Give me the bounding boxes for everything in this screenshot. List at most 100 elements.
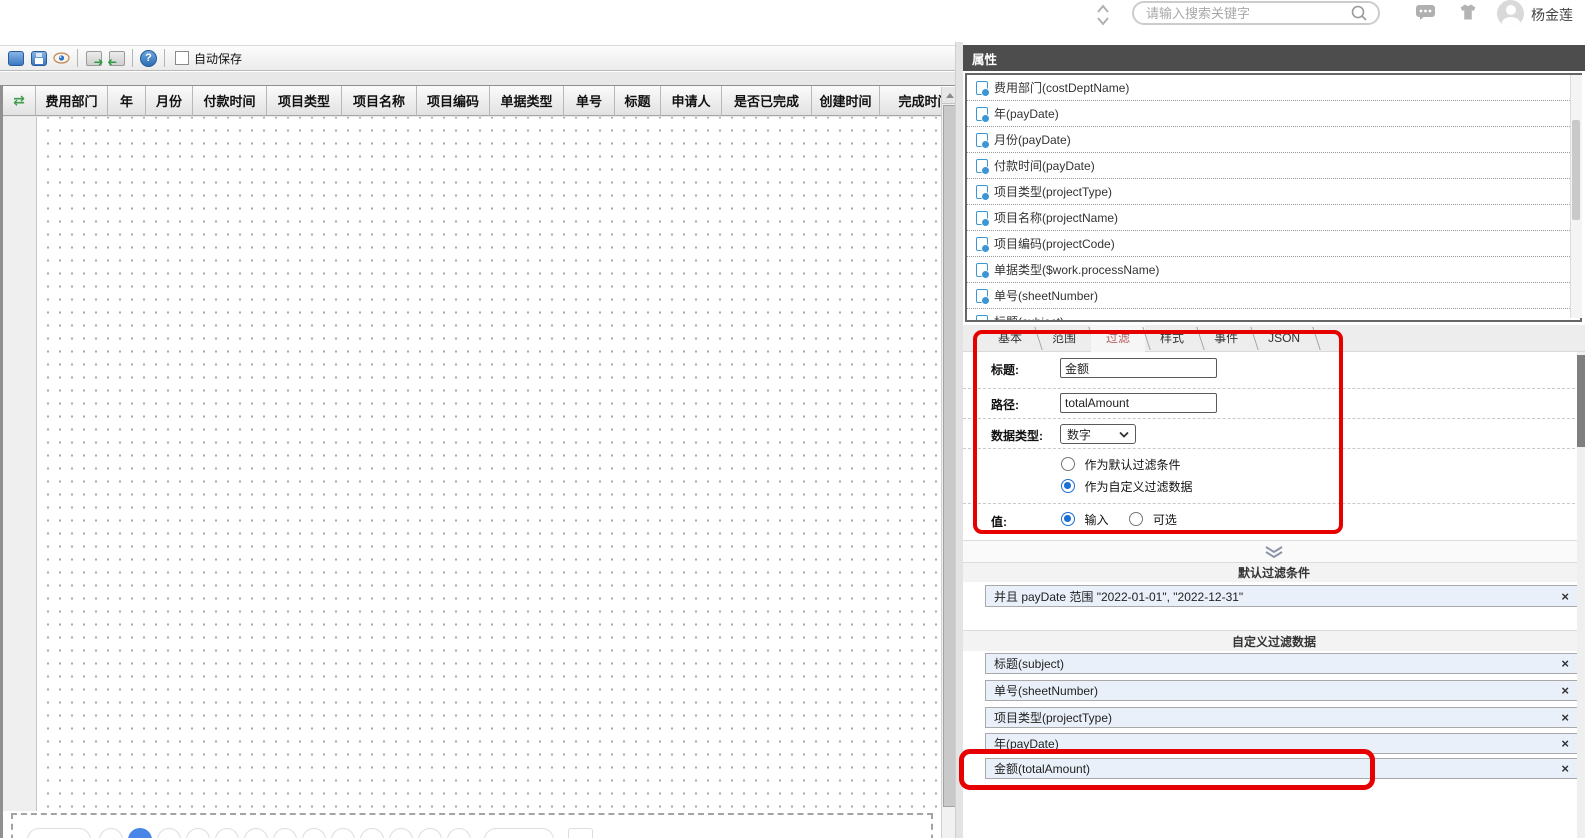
field-icon	[976, 288, 990, 305]
custom-filter-item-label: 标题(subject)	[994, 657, 1065, 671]
page-dot[interactable]	[244, 828, 268, 838]
datatype-value: 数字	[1067, 427, 1092, 442]
filter-title-input[interactable]	[1060, 358, 1217, 378]
search-box[interactable]	[1132, 1, 1380, 25]
custom-filter-item[interactable]: 单号(sheetNumber) ×	[985, 680, 1578, 701]
export-icon[interactable]: ➜	[85, 50, 104, 68]
radio-value-input[interactable]	[1061, 512, 1075, 526]
close-icon[interactable]: ×	[1561, 737, 1569, 750]
filter-path-input[interactable]	[1060, 393, 1217, 413]
radio-default-filter[interactable]	[1061, 457, 1075, 471]
page-dot[interactable]	[157, 828, 181, 838]
tab-json[interactable]: JSON	[1253, 325, 1315, 352]
custom-filter-item-highlighted[interactable]: 金额(totalAmount) ×	[985, 758, 1578, 779]
close-icon[interactable]: ×	[1561, 684, 1569, 697]
design-grid-canvas[interactable]	[37, 117, 940, 814]
field-item[interactable]: 项目名称(projectName)	[967, 205, 1580, 231]
preview-eye-icon[interactable]	[53, 50, 70, 67]
column-header[interactable]: 单据类型	[490, 86, 564, 116]
column-header[interactable]: 完成时间	[880, 86, 941, 116]
pager-next-button[interactable]	[484, 828, 554, 838]
column-header[interactable]: 标题	[615, 86, 661, 116]
tab-range[interactable]: 范围	[1037, 325, 1091, 352]
close-icon[interactable]: ×	[1561, 590, 1569, 603]
search-icon[interactable]	[1350, 4, 1368, 22]
page-dot[interactable]	[302, 828, 326, 838]
page-dot[interactable]	[418, 828, 442, 838]
datatype-select[interactable]: 数字	[1060, 424, 1136, 444]
column-header[interactable]: 申请人	[661, 86, 722, 116]
page-dot[interactable]	[447, 828, 471, 838]
custom-filter-item[interactable]: 年(payDate) ×	[985, 733, 1578, 754]
field-item[interactable]: 月份(payDate)	[967, 127, 1580, 153]
search-input[interactable]	[1144, 4, 1350, 22]
field-item[interactable]: 项目类型(projectType)	[967, 179, 1580, 205]
chevron-down-icon	[1119, 431, 1129, 438]
username[interactable]: 杨金莲	[1531, 5, 1573, 25]
scrollbar-thumb[interactable]	[1577, 355, 1585, 447]
designer-toolbar: ➜ ➜ ? 自动保存	[0, 45, 958, 71]
field-item[interactable]: 费用部门(costDeptName)	[967, 75, 1580, 101]
field-item[interactable]: 单号(sheetNumber)	[967, 283, 1580, 309]
close-icon[interactable]: ×	[1561, 762, 1569, 775]
divider	[963, 448, 1585, 449]
help-icon[interactable]: ?	[140, 49, 157, 67]
save-icon[interactable]	[30, 50, 47, 67]
field-item[interactable]: 单据类型($work.processName)	[967, 257, 1580, 283]
page-dot[interactable]	[186, 828, 210, 838]
page-dot[interactable]	[360, 828, 384, 838]
tab-filter[interactable]: 过滤	[1091, 325, 1146, 352]
custom-filter-item-label: 项目类型(projectType)	[994, 711, 1113, 725]
refresh-icon[interactable]: ⇄	[3, 86, 36, 116]
close-icon[interactable]: ×	[1561, 657, 1569, 670]
scrollbar-thumb[interactable]	[1572, 120, 1580, 220]
field-label: 项目名称(projectName)	[994, 211, 1119, 225]
field-item[interactable]: 年(payDate)	[967, 101, 1580, 127]
pager-prev-button[interactable]	[27, 828, 91, 838]
new-window-icon[interactable]	[7, 50, 24, 67]
autosave-label: 自动保存	[194, 51, 243, 66]
avatar[interactable]	[1497, 0, 1524, 27]
properties-panel-title: 属性	[963, 45, 1585, 71]
collapse-double-chevron-icon[interactable]	[1262, 545, 1286, 559]
radio-value-select[interactable]	[1129, 512, 1144, 526]
import-icon[interactable]: ➜	[107, 50, 125, 69]
field-item[interactable]: 项目编码(projectCode)	[967, 231, 1580, 257]
column-header[interactable]: 项目编码	[417, 86, 490, 116]
scroll-up-down-icon[interactable]	[1096, 4, 1110, 26]
column-header[interactable]: 单号	[564, 86, 615, 116]
page-dot[interactable]	[273, 828, 297, 838]
column-header[interactable]: 项目类型	[267, 86, 342, 116]
column-header[interactable]: 创建时间	[812, 86, 880, 116]
column-header[interactable]: 是否已完成	[722, 86, 812, 116]
column-header[interactable]: 年	[108, 86, 146, 116]
page-dot-active[interactable]	[128, 828, 152, 838]
column-header[interactable]: 付款时间	[193, 86, 267, 116]
tab-event[interactable]: 事件	[1199, 325, 1253, 352]
properties-scrollbar[interactable]	[1577, 352, 1585, 838]
tab-basic[interactable]: 基本	[983, 325, 1037, 352]
radio-custom-filter[interactable]	[1061, 479, 1075, 493]
path-label: 路径:	[991, 398, 1019, 412]
page-dot[interactable]	[389, 828, 413, 838]
page-dot[interactable]	[331, 828, 355, 838]
page-dot[interactable]	[99, 828, 123, 838]
autosave-checkbox[interactable]	[175, 51, 189, 65]
panel-splitter[interactable]	[955, 42, 963, 838]
column-header[interactable]: 月份	[146, 86, 193, 116]
message-icon[interactable]	[1415, 3, 1436, 21]
pager-box[interactable]	[568, 828, 593, 838]
column-header[interactable]: 项目名称	[342, 86, 417, 116]
field-item[interactable]: 付款时间(payDate)	[967, 153, 1580, 179]
custom-filter-item[interactable]: 标题(subject) ×	[985, 653, 1578, 674]
custom-filter-item[interactable]: 项目类型(projectType) ×	[985, 707, 1578, 728]
column-header[interactable]: 费用部门	[36, 86, 108, 116]
field-item[interactable]: 标题(subject)	[967, 309, 1580, 320]
tab-style[interactable]: 样式	[1145, 325, 1199, 352]
field-list-scrollbar[interactable]	[1570, 75, 1582, 318]
page-dot[interactable]	[215, 828, 239, 838]
default-filter-item[interactable]: 并且 payDate 范围 "2022-01-01", "2022-12-31"…	[985, 585, 1578, 607]
shirt-icon[interactable]	[1458, 3, 1478, 21]
close-icon[interactable]: ×	[1561, 711, 1569, 724]
value-label: 值:	[991, 515, 1007, 529]
